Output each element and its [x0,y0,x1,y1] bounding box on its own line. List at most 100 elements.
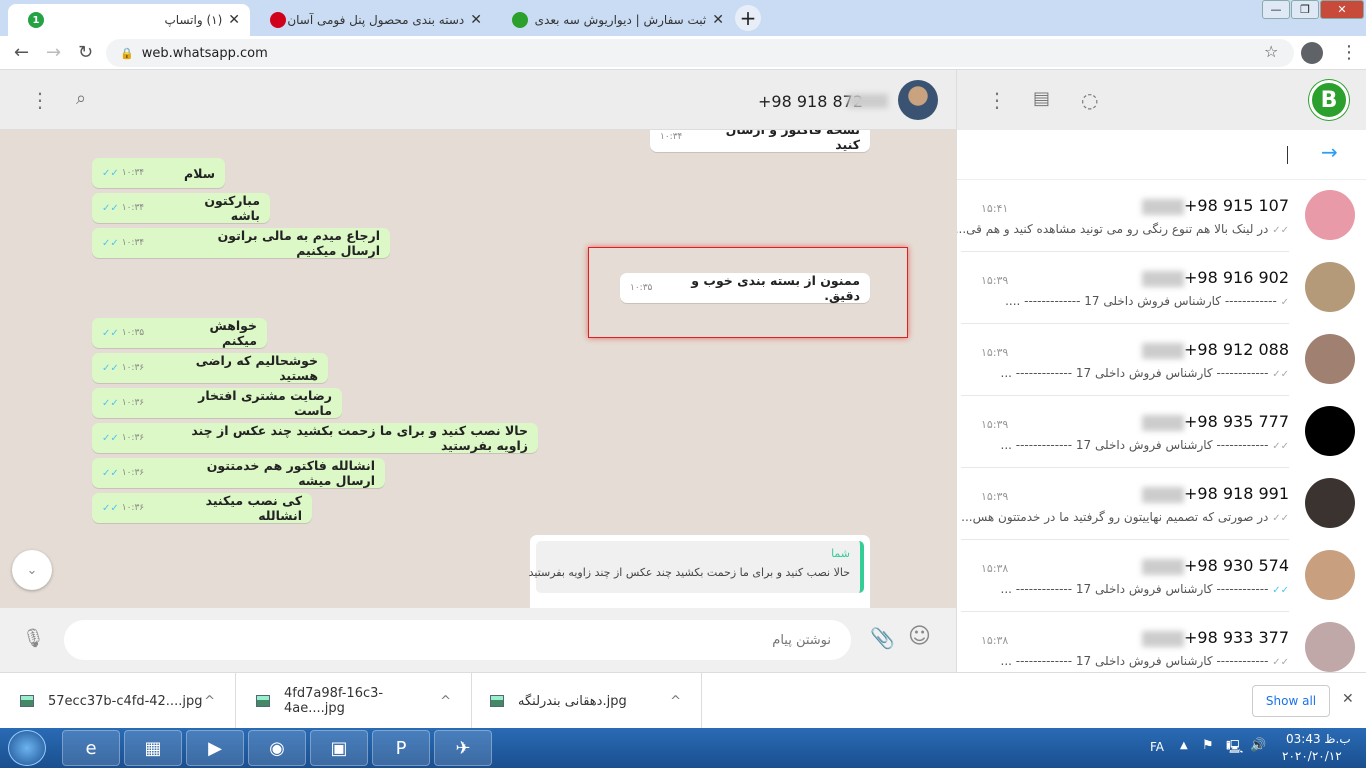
image-file-icon [20,695,34,707]
address-bar[interactable]: 🔒 web.whatsapp.com [106,39,1294,67]
double-check-icon: ✓✓ [102,502,119,514]
arrow-right-icon[interactable]: → [1321,140,1338,164]
message-input[interactable] [64,620,851,660]
show-hidden-icons[interactable]: ▲ [1180,740,1188,751]
message-list: ۱۰:۳۴ نسخه فاکتور و ارسال کنید ✓✓ ۱۰:۳۴ … [0,130,956,608]
browser-tab[interactable]: دسته بندی محصول پنل فومی آسان نصب - ✕ [250,4,492,36]
tab-strip: 1 (۱) واتساپ ✕ دسته بندی محصول پنل فومی … [0,0,1366,36]
chat-preview: در صورتی که تصمیم نهاییتون رو گرفتید ما … [961,510,1269,524]
download-item[interactable]: 57ecc37b-c4fd-42....jpg ^ [0,673,236,729]
chat-list-item[interactable]: +98 915 107 ۱۵:۴۱ ✓✓ در لینک بالا هم تنو… [957,180,1366,252]
chat-list-item[interactable]: +98 918 991 ۱۵:۳۹ ✓✓ در صورتی که تصمیم ن… [957,468,1366,540]
volume-icon[interactable]: 🔊 [1250,738,1266,753]
download-item[interactable]: دهقانی بندرلنگه.jpg ^ [470,673,702,729]
new-tab-button[interactable]: + [735,5,761,31]
message-bubble[interactable]: ✓✓ ۱۰:۳۶ رضایت مشتری افتخار ماست [92,388,342,418]
chat-list-item[interactable]: +98 930 574 ۱۵:۳۸ ✓✓ ------------ کارشنا… [957,540,1366,612]
message-text: رضایت مشتری افتخار ماست [198,388,332,418]
chevron-up-icon[interactable]: ^ [670,694,681,709]
new-chat-icon[interactable]: ▤ [1033,88,1050,109]
message-bubble[interactable]: ✓✓ ۱۰:۳۶ خوشحالیم که راضی هستید [92,353,328,383]
taskbar-internet-explorer-icon[interactable]: e [62,730,120,766]
profile-avatar[interactable] [1301,42,1323,64]
contact-avatar[interactable] [898,80,938,120]
chat-list-item[interactable]: +98 912 088 ۱۵:۳۹ ✓✓ ------------ کارشنا… [957,324,1366,396]
close-tab-icon[interactable]: ✕ [228,12,240,28]
message-time: ۱۰:۳۶ [121,363,145,373]
status-icon[interactable]: ◌ [1081,88,1098,112]
taskbar-telegram-icon[interactable]: ✈ [434,730,492,766]
text-caret [1287,146,1288,164]
taskbar-media-player-icon[interactable]: ▶ [186,730,244,766]
chat-list-item[interactable]: +98 916 902 ۱۵:۳۹ ✓ ------------ کارشناس… [957,252,1366,324]
taskbar-chrome-icon[interactable]: ◉ [248,730,306,766]
language-indicator[interactable]: FA [1150,740,1164,754]
close-tab-icon[interactable]: ✕ [470,12,482,28]
search-icon[interactable]: ⌕ [76,88,86,109]
message-bubble[interactable]: ✓✓ ۱۰:۳۴ سلام [92,158,225,188]
message-bubble[interactable]: ✓✓ ۱۰:۳۶ حالا نصب کنید و برای ما زحمت بک… [92,423,538,453]
reload-button[interactable]: ↻ [78,42,93,63]
bookmark-star-icon[interactable]: ☆ [1264,42,1278,61]
message-bubble[interactable]: ✓✓ ۱۰:۳۴ ارجاع میدم به مالی براتون ارسال… [92,228,390,258]
compose-bar: 🎙 📎 ☺ [0,608,956,672]
chat-time: ۱۵:۳۸ [981,634,1009,647]
menu-kebab-icon[interactable]: ⋮ [1340,42,1358,63]
scroll-down-button[interactable]: ⌄ [12,550,52,590]
maximize-button[interactable]: ❐ [1291,0,1319,19]
clock-time[interactable]: 03:43 ب.ظ [1286,732,1351,746]
message-bubble[interactable]: ✓✓ ۱۰:۳۶ کی نصب میکنید انشالله [92,493,312,523]
clock-date[interactable]: ۲۰۲۰/۲۰/۱۲ [1282,749,1342,763]
message-text: مبارکتون باشه [204,193,260,223]
chevron-up-icon[interactable]: ^ [440,694,451,709]
browser-tab[interactable]: ثبت سفارش | دیواریوش سه بعدی ✕ [492,4,734,36]
close-tab-icon[interactable]: ✕ [712,12,724,28]
minimize-button[interactable]: — [1262,0,1290,19]
message-text: خواهش میکنم [209,318,257,348]
menu-kebab-icon[interactable]: ⋮ [30,88,50,112]
contact-avatar [1305,622,1355,672]
network-icon[interactable]: 🖳 [1226,738,1243,760]
chat-preview: ------------ کارشناس فروش داخلی 17 -----… [1005,294,1277,308]
message-bubble[interactable]: ✓✓ ۱۰:۳۶ انشالله فاکتور هم خدمتتون ارسال… [92,458,385,488]
microphone-icon[interactable]: 🎙 [22,628,45,649]
close-downloads-icon[interactable]: ✕ [1342,691,1354,707]
download-item[interactable]: 4fd7a98f-16c3-4ae....jpg ^ [236,673,472,729]
contact-avatar [1305,190,1355,240]
taskbar-p-app-icon[interactable]: P [372,730,430,766]
blurred-number [1141,198,1184,215]
action-center-flag-icon[interactable]: ⚑ [1202,738,1214,753]
forward-button[interactable]: → [46,42,61,63]
profile-logo[interactable]: B [1309,80,1349,120]
taskbar-file-explorer-icon[interactable]: ▦ [124,730,182,766]
message-bubble[interactable]: ۱۰:۳۴ نسخه فاکتور و ارسال کنید [650,130,870,152]
chat-time: ۱۵:۴۱ [981,202,1009,215]
download-filename: 57ecc37b-c4fd-42....jpg [48,693,203,709]
show-all-button[interactable]: Show all [1252,685,1330,717]
start-button[interactable] [8,730,46,766]
message-time: ۱۰:۳۶ [121,468,145,478]
search-row[interactable]: → [957,130,1366,180]
message-bubble[interactable]: ✓✓ ۱۰:۳۴ مبارکتون باشه [92,193,270,223]
tab-title: دسته بندی محصول پنل فومی آسان نصب - [286,13,465,27]
message-bubble[interactable]: ✓✓ ۱۰:۳۵ خواهش میکنم [92,318,267,348]
attach-icon[interactable]: 📎 [870,626,895,650]
chat-name: +98 930 574 [1183,556,1289,575]
back-button[interactable]: ← [14,42,29,63]
double-blue-check-icon: ✓✓ [1272,585,1289,596]
message-time: ۱۰:۳۴ [121,203,145,213]
chat-name: +98 918 991 [1183,484,1289,503]
close-window-button[interactable]: ✕ [1320,0,1364,19]
message-time: ۱۰:۳۴ [121,238,145,248]
chevron-up-icon[interactable]: ^ [204,694,215,709]
chat-list-item[interactable]: +98 933 377 ۱۵:۳۸ ✓✓ ------------ کارشنا… [957,612,1366,672]
double-check-icon: ✓✓ [102,327,119,339]
menu-kebab-icon[interactable]: ⋮ [987,88,1007,112]
message-time: ۱۰:۳۶ [121,398,145,408]
emoji-icon[interactable]: ☺ [908,624,931,649]
browser-tab[interactable]: 1 (۱) واتساپ ✕ [8,4,250,36]
chat-list-item[interactable]: +98 935 777 ۱۵:۳۹ ✓✓ ------------ کارشنا… [957,396,1366,468]
downloads-bar: 57ecc37b-c4fd-42....jpg ^ 4fd7a98f-16c3-… [0,672,1366,729]
message-text: کی نصب میکنید انشالله [205,493,302,523]
taskbar-app-window-icon[interactable]: ▣ [310,730,368,766]
